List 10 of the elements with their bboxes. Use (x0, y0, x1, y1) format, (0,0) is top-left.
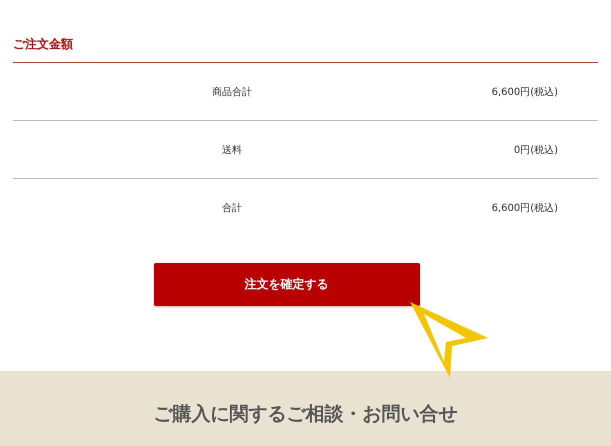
row-value: 6,600円(税込) (492, 86, 558, 98)
section-title: ご注文金額 (13, 36, 598, 63)
row-label: 合計 (222, 202, 242, 214)
row-label: 商品合計 (212, 86, 252, 98)
row-value: 0円(税込) (514, 144, 558, 156)
pointer-arrow-icon (410, 302, 488, 378)
row-value: 6,600円(税込) (492, 202, 558, 214)
confirm-order-button[interactable]: 注文を確定する (154, 263, 420, 306)
banner-title: ご購入に関するご相談・お問い合せ (154, 402, 458, 427)
row-label: 送料 (222, 144, 242, 156)
